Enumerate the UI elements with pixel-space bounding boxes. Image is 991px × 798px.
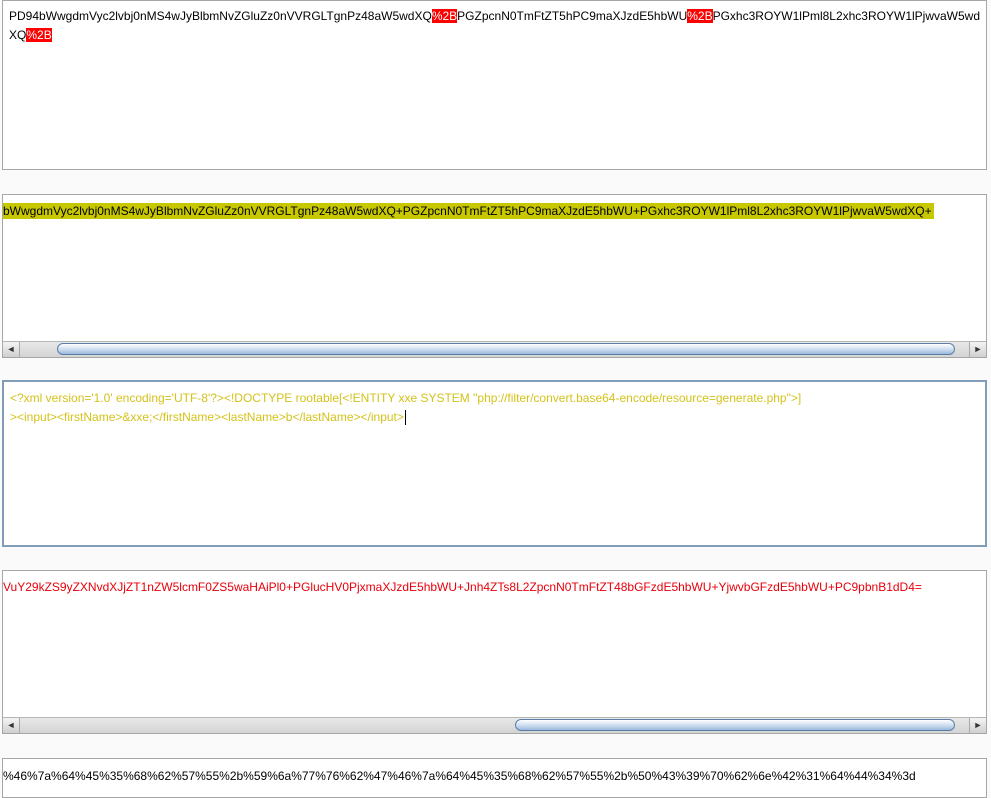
xml-payload-line: ><input><firstName>&xxe;</firstName><las… — [10, 408, 406, 427]
highlighted-plus-encoding: %2B — [26, 28, 52, 42]
scroll-left-arrow-icon[interactable]: ◄ — [3, 718, 20, 733]
xml-payload-textarea[interactable]: <?xml version='1.0' encoding='UTF-8'?><!… — [2, 380, 987, 547]
text-caret — [404, 410, 406, 426]
scrollbar-track[interactable] — [19, 342, 970, 357]
scrollbar-thumb[interactable] — [57, 343, 955, 355]
scroll-left-arrow-icon[interactable]: ◄ — [3, 342, 20, 357]
highlighted-plus-encoding: %2B — [431, 9, 458, 23]
scroll-right-arrow-icon[interactable]: ► — [969, 342, 986, 357]
xml-payload-line-text: ><input><firstName>&xxe;</firstName><las… — [10, 410, 404, 424]
hex-url-encoded-textarea[interactable]: %46%7a%64%45%35%68%62%57%55%2b%59%6a%77%… — [2, 758, 987, 798]
scrollbar-track[interactable] — [19, 718, 970, 733]
base64-encoded-textarea[interactable]: VuY29kZS9yZXNvdXJjZT1nZW5lcmF0ZS5waHAiPl… — [2, 570, 987, 734]
url-encoded-textarea[interactable]: PD94bWwgdmVyc2lvbj0nMS4wJyBlbmNvZGluZz0n… — [2, 0, 987, 170]
text-segment: PD94bWwgdmVyc2lvbj0nMS4wJyBlbmNvZGluZz0n… — [9, 9, 432, 23]
base64-decoded-textarea[interactable]: bWwgdmVyc2lvbj0nMS4wJyBlbmNvZGluZz0nVVRG… — [2, 194, 987, 358]
highlighted-plus-encoding: %2B — [687, 9, 713, 23]
xml-payload-line: <?xml version='1.0' encoding='UTF-8'?><!… — [10, 391, 802, 405]
base64-encoded-text: VuY29kZS9yZXNvdXJjZT1nZW5lcmF0ZS5waHAiPl… — [3, 580, 922, 594]
scrollbar-thumb[interactable] — [515, 719, 955, 731]
horizontal-scrollbar[interactable]: ◄ ► — [3, 341, 986, 357]
horizontal-scrollbar[interactable]: ◄ ► — [3, 717, 986, 733]
hex-url-encoded-text: %46%7a%64%45%35%68%62%57%55%2b%59%6a%77%… — [3, 769, 916, 783]
text-segment: PGZpcnN0TmFtZT5hPC9maXJzdE5hbWU — [457, 9, 688, 23]
url-encoded-text: PD94bWwgdmVyc2lvbj0nMS4wJyBlbmNvZGluZz0n… — [9, 7, 980, 45]
scroll-right-arrow-icon[interactable]: ► — [969, 718, 986, 733]
base64-text-highlighted: bWwgdmVyc2lvbj0nMS4wJyBlbmNvZGluZz0nVVRG… — [3, 203, 934, 219]
